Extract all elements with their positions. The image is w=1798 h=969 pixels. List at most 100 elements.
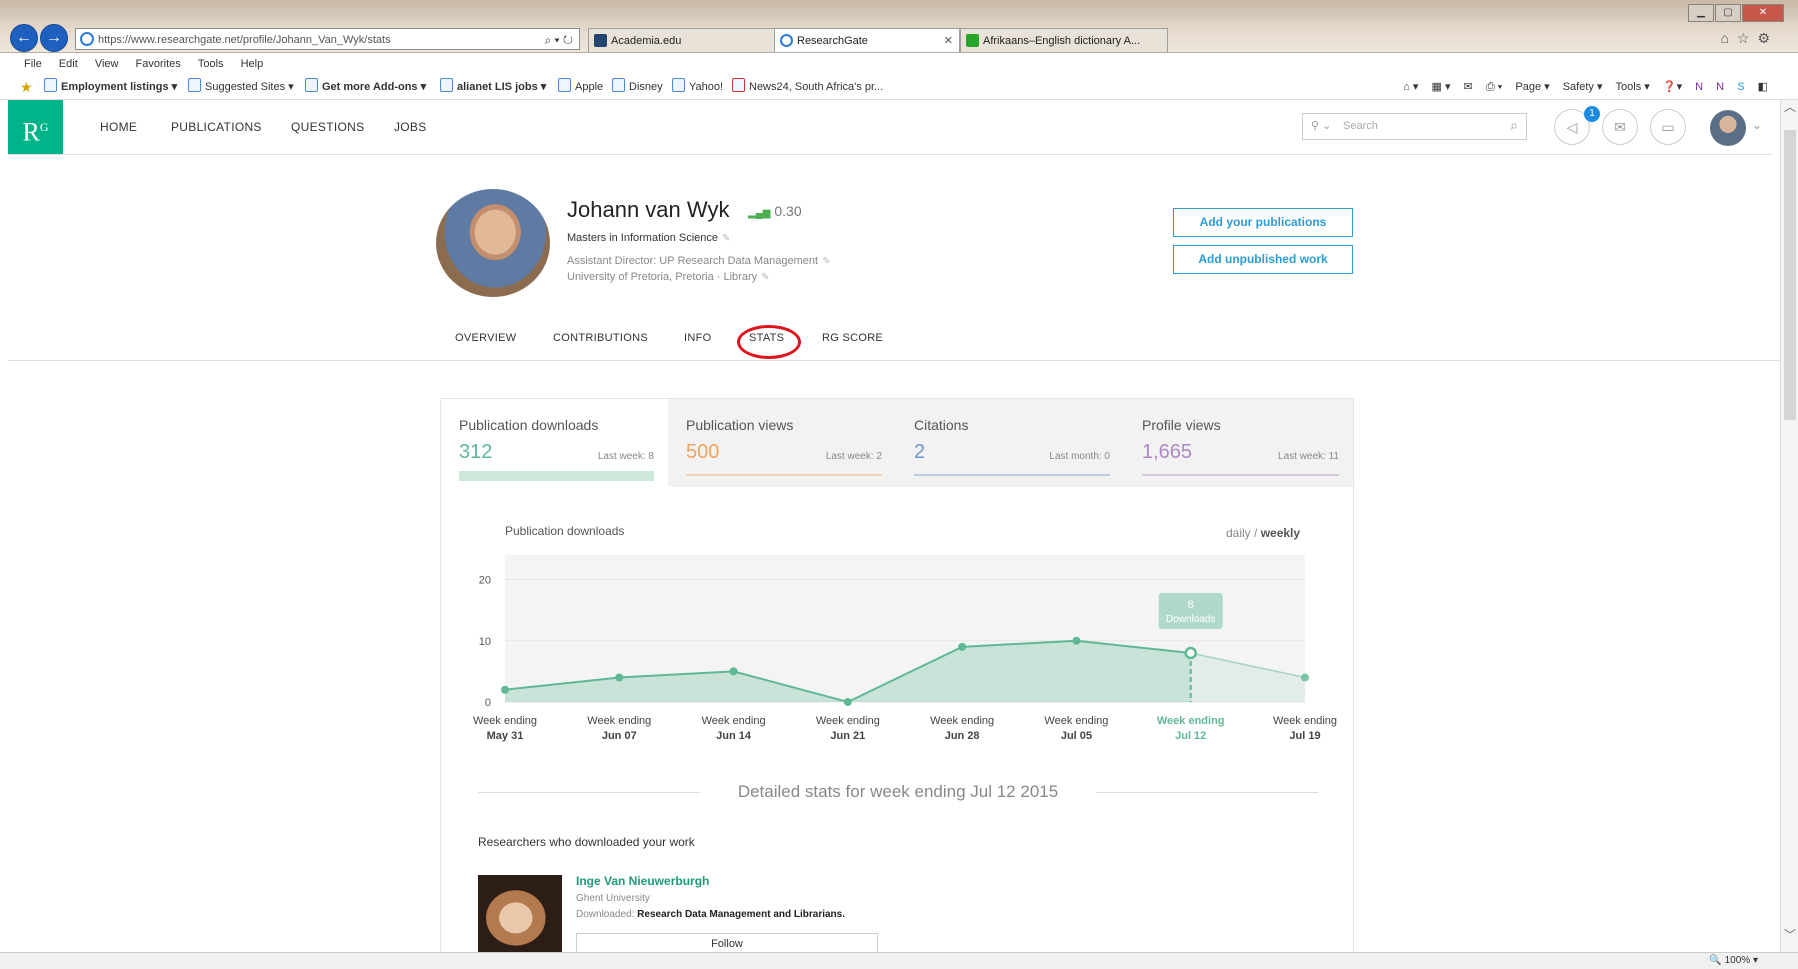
stat-publication-views[interactable]: Publication views 500 Last week: 2 xyxy=(668,399,896,487)
researcher-photo[interactable] xyxy=(478,875,562,953)
tab-rg-score[interactable]: RG SCORE xyxy=(822,332,883,344)
close-window-button[interactable]: ✕ xyxy=(1742,4,1784,22)
onenote-icon[interactable]: N xyxy=(1695,81,1703,93)
zoom-level[interactable]: 🔍 100% ▾ xyxy=(1709,953,1758,969)
fav-alianet[interactable]: alianet LIS jobs ▾ xyxy=(440,75,546,99)
tab-overview[interactable]: OVERVIEW xyxy=(455,332,517,344)
sidebar-icon[interactable]: ◧ xyxy=(1758,81,1768,93)
stat-citations[interactable]: Citations 2 Last month: 0 xyxy=(896,399,1124,487)
address-bar[interactable]: https://www.researchgate.net/profile/Joh… xyxy=(75,28,580,50)
browser-titlebar: ← → https://www.researchgate.net/profile… xyxy=(0,0,1798,53)
favorites-star-icon[interactable]: ★ xyxy=(20,75,33,99)
tab-label: ResearchGate xyxy=(797,35,868,47)
page-icon xyxy=(612,78,625,92)
fav-news24[interactable]: News24, South Africa's pr... xyxy=(732,75,883,99)
mail-icon[interactable]: ✉ xyxy=(1464,81,1473,93)
weekly-toggle[interactable]: weekly xyxy=(1261,526,1300,540)
fav-yahoo[interactable]: Yahoo! xyxy=(672,75,723,99)
print-icon[interactable]: ⎙ ▾ xyxy=(1486,81,1502,93)
fav-suggested[interactable]: Suggested Sites ▾ xyxy=(188,75,294,99)
researchers-heading: Researchers who downloaded your work xyxy=(478,835,695,849)
command-bar: ⌂ ▾ ▦ ▾ ✉ ⎙ ▾ Page ▾ Safety ▾ Tools ▾ ❓▾… xyxy=(1393,75,1768,99)
profile-position: Assistant Director: UP Research Data Man… xyxy=(567,255,831,267)
scrollbar[interactable]: ︿ ﹀ xyxy=(1780,100,1798,952)
data-point xyxy=(958,642,967,651)
researcher-name[interactable]: Inge Van Nieuwerburgh xyxy=(576,874,709,888)
y-tick-label: 10 xyxy=(479,636,491,648)
data-point xyxy=(843,698,852,706)
chat-icon[interactable]: ▭ xyxy=(1650,109,1686,145)
stat-label: Publication views xyxy=(686,417,794,433)
fav-disney[interactable]: Disney xyxy=(612,75,663,99)
x-tick-label: Week ending xyxy=(1157,715,1225,727)
edit-icon[interactable]: ✎ xyxy=(822,256,830,267)
add-unpublished-button[interactable]: Add unpublished work xyxy=(1173,245,1353,274)
forward-button[interactable]: → xyxy=(40,24,68,52)
cmd-tools[interactable]: Tools ▾ xyxy=(1616,81,1650,93)
feeds-icon[interactable]: ▦ ▾ xyxy=(1432,81,1451,93)
user-filter-icon[interactable]: ⚲ ⌄ xyxy=(1311,114,1331,139)
tab-label: Afrikaans–English dictionary A... xyxy=(983,35,1141,47)
browser-window: ← → https://www.researchgate.net/profile… xyxy=(0,0,1798,969)
menu-edit[interactable]: Edit xyxy=(59,58,78,70)
cmd-safety[interactable]: Safety ▾ xyxy=(1563,81,1603,93)
menu-help[interactable]: Help xyxy=(241,58,264,70)
tab-info[interactable]: INFO xyxy=(684,332,711,344)
rg-header: RG HOME PUBLICATIONS QUESTIONS JOBS ⚲ ⌄ … xyxy=(8,100,1772,155)
daily-weekly-toggle: daily / weekly xyxy=(1226,526,1301,540)
help-icon[interactable]: ❓▾ xyxy=(1663,81,1682,93)
search-icon[interactable]: ⌕ xyxy=(1510,113,1518,138)
maximize-button[interactable]: ▢ xyxy=(1715,4,1741,22)
y-tick-label: 20 xyxy=(479,575,491,587)
scroll-up-icon[interactable]: ︿ xyxy=(1784,98,1796,115)
stat-publication-downloads[interactable]: Publication downloads 312 Last week: 8 xyxy=(441,399,668,487)
cmd-page[interactable]: Page ▾ xyxy=(1515,81,1549,93)
menu-file[interactable]: File xyxy=(24,58,42,70)
chevron-down-icon[interactable]: ⌄ xyxy=(1752,118,1762,132)
rg-score[interactable]: ▂▄▆ 0.30 xyxy=(748,203,802,219)
add-publications-button[interactable]: Add your publications xyxy=(1173,208,1353,237)
messages-icon[interactable]: ✉ xyxy=(1602,109,1638,145)
scrollbar-thumb[interactable] xyxy=(1784,130,1796,420)
nav-jobs[interactable]: JOBS xyxy=(394,100,427,154)
edit-icon[interactable]: ✎ xyxy=(722,233,730,244)
menu-view[interactable]: View xyxy=(95,58,119,70)
tab-researchgate[interactable]: ResearchGate ✕ xyxy=(774,28,960,52)
nav-home[interactable]: HOME xyxy=(100,100,137,154)
skype-icon[interactable]: S xyxy=(1737,81,1744,93)
minimize-button[interactable]: ▁ xyxy=(1688,4,1714,22)
stat-profile-views[interactable]: Profile views 1,665 Last week: 11 xyxy=(1124,399,1353,487)
fav-employment[interactable]: Employment listings ▾ xyxy=(44,75,177,99)
tab-contributions[interactable]: CONTRIBUTIONS xyxy=(553,332,648,344)
scroll-down-icon[interactable]: ﹀ xyxy=(1784,926,1796,943)
data-point xyxy=(1301,673,1309,682)
address-tools-icon[interactable]: ⌕ ▾ ↻ xyxy=(544,29,573,51)
search-input[interactable]: ⚲ ⌄ Search ⌕ xyxy=(1302,113,1527,140)
stat-underline xyxy=(914,474,1110,476)
tab-academia[interactable]: Academia.edu xyxy=(588,28,778,52)
menu-bar: File Edit View Favorites Tools Help xyxy=(0,53,1798,75)
avatar[interactable] xyxy=(1710,110,1746,146)
menu-favorites[interactable]: Favorites xyxy=(136,58,181,70)
rg-logo[interactable]: RG xyxy=(8,100,63,154)
home-favorites-settings-icons[interactable]: ⌂☆⚙ xyxy=(1720,30,1778,47)
daily-toggle[interactable]: daily xyxy=(1226,526,1251,540)
profile-photo xyxy=(436,189,550,297)
close-tab-icon[interactable]: ✕ xyxy=(944,29,953,53)
onenote-icon[interactable]: N xyxy=(1716,81,1724,93)
nav-questions[interactable]: QUESTIONS xyxy=(291,100,364,154)
tab-dictionary[interactable]: Afrikaans–English dictionary A... xyxy=(960,28,1168,52)
data-point xyxy=(729,667,738,676)
stat-label: Publication downloads xyxy=(459,417,599,433)
back-button[interactable]: ← xyxy=(10,24,38,52)
page-icon xyxy=(188,78,201,92)
ie-icon xyxy=(780,34,793,47)
stat-last: Last week: 11 xyxy=(1278,451,1339,462)
edit-icon[interactable]: ✎ xyxy=(761,272,769,283)
home-icon[interactable]: ⌂ ▾ xyxy=(1403,81,1418,93)
fav-apple[interactable]: Apple xyxy=(558,75,603,99)
fav-addons[interactable]: Get more Add-ons ▾ xyxy=(305,75,426,99)
nav-publications[interactable]: PUBLICATIONS xyxy=(171,100,262,154)
menu-tools[interactable]: Tools xyxy=(198,58,224,70)
search-placeholder: Search xyxy=(1343,120,1378,132)
